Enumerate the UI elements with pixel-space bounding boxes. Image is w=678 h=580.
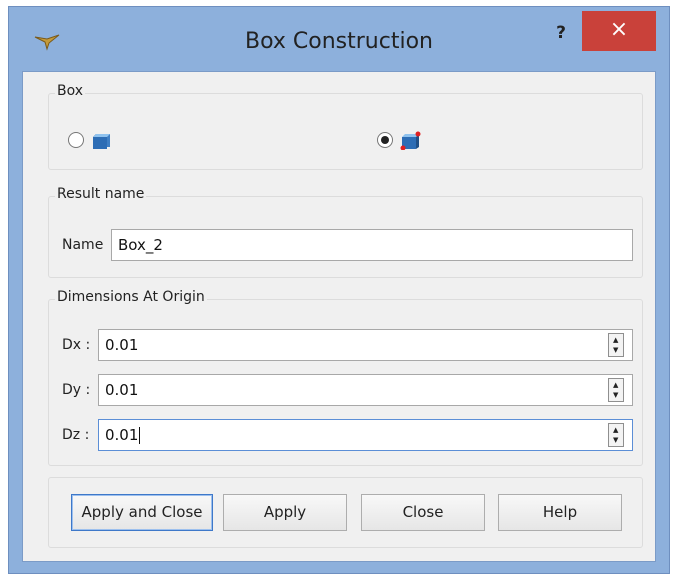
spin-up-icon[interactable]: ▲: [613, 427, 618, 434]
apply-and-close-button[interactable]: Apply and Close: [71, 494, 213, 531]
dy-input[interactable]: 0.01: [98, 374, 633, 406]
dy-label: Dy :: [62, 382, 91, 398]
close-button[interactable]: Close: [361, 494, 485, 531]
dialog-window: Box Construction ? × Box Result name Nam…: [8, 6, 670, 574]
box-option-2-radio[interactable]: [377, 132, 393, 148]
button-box: Apply and Close Apply Close Help: [48, 477, 643, 548]
result-name-group: Result name Name Box_2: [48, 186, 643, 278]
dimensions-group: Dimensions At Origin Dx : 0.01 ▲ ▼ Dy : 0…: [48, 289, 643, 466]
spin-down-icon[interactable]: ▼: [613, 347, 618, 354]
dz-label: Dz :: [62, 427, 90, 443]
context-help-button[interactable]: ?: [549, 23, 573, 53]
dz-input[interactable]: 0.01: [98, 419, 633, 451]
dy-spinner[interactable]: ▲ ▼: [608, 378, 624, 402]
dimensions-group-label: Dimensions At Origin: [55, 289, 207, 305]
dialog-client-area: Box Result name Name Box_2 Dimensions At…: [22, 71, 656, 562]
dx-input[interactable]: 0.01: [98, 329, 633, 361]
box-option-1-radio[interactable]: [68, 132, 84, 148]
title-bar[interactable]: Box Construction ? ×: [9, 7, 669, 71]
box-by-two-points-icon[interactable]: [400, 130, 422, 150]
dz-spinner[interactable]: ▲ ▼: [608, 423, 624, 447]
box-by-dimensions-icon[interactable]: [91, 130, 113, 150]
box-group-label: Box: [55, 83, 86, 99]
name-label: Name: [62, 237, 104, 253]
name-input[interactable]: Box_2: [111, 229, 633, 261]
dx-label: Dx :: [62, 337, 91, 353]
dz-value: 0.01: [105, 426, 139, 444]
box-group: Box: [48, 83, 643, 170]
result-name-group-label: Result name: [55, 186, 147, 202]
spin-up-icon[interactable]: ▲: [613, 337, 618, 344]
spin-down-icon[interactable]: ▼: [613, 437, 618, 444]
text-caret: [139, 427, 141, 444]
dx-spinner[interactable]: ▲ ▼: [608, 333, 624, 357]
window-close-button[interactable]: ×: [582, 11, 656, 51]
apply-button[interactable]: Apply: [223, 494, 347, 531]
spin-down-icon[interactable]: ▼: [613, 392, 618, 399]
spin-up-icon[interactable]: ▲: [613, 382, 618, 389]
help-button[interactable]: Help: [498, 494, 622, 531]
